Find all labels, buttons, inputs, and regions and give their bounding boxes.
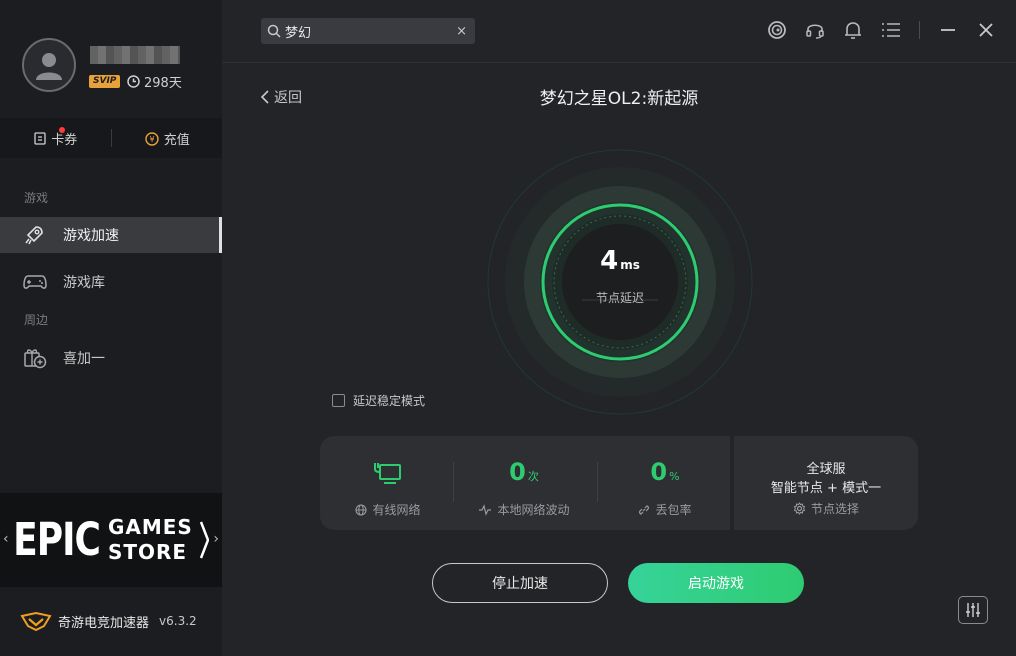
brand: 奇游电竞加速器 v6.3.2 — [20, 610, 197, 632]
launch-game-button[interactable]: 启动游戏 — [628, 563, 804, 603]
stable-mode-checkbox[interactable] — [332, 394, 345, 407]
latency-readout: 4 ms — [486, 246, 754, 276]
stat-value-row: 0% — [597, 458, 733, 486]
coin-icon: ¥ — [145, 132, 159, 146]
header-divider — [222, 62, 1016, 63]
stat-packet-loss: 0% 丢包率 — [597, 436, 733, 530]
link-icon — [639, 504, 650, 515]
clock-icon — [127, 75, 140, 88]
banner-line-store: STORE — [107, 540, 188, 564]
banner-line-games: GAMES — [107, 515, 193, 539]
page-title: 梦幻之星OL2:新起源 — [539, 89, 699, 109]
stat-unit: 次 — [527, 470, 539, 483]
epic-games-banner[interactable]: ‹ EPIC GAMES STORE › — [0, 493, 222, 587]
stat-label-row: 有线网络 — [320, 501, 456, 518]
coupon-icon — [34, 132, 46, 145]
svip-badge: SVIP — [89, 75, 121, 88]
latency-value: 4 — [600, 246, 619, 276]
days-label: 298天 — [144, 76, 182, 91]
search-input[interactable]: 梦幻 — [285, 22, 456, 41]
bell-icon[interactable] — [843, 20, 863, 40]
brand-name: 奇游电竞加速器 — [58, 615, 150, 631]
network-stats-panel: 有线网络 0次 本地网络波动 0% 丢包率 — [320, 436, 730, 530]
section-around-label: 周边 — [24, 313, 49, 327]
epic-games-logo: EPIC GAMES STORE — [13, 514, 209, 566]
recharge-button[interactable]: ¥ 充值 — [112, 129, 223, 148]
avatar[interactable] — [22, 38, 76, 92]
stable-mode-label: 延迟稳定模式 — [353, 394, 426, 408]
search-icon — [267, 24, 281, 38]
globe-icon — [355, 503, 368, 516]
rocket-icon — [23, 224, 49, 246]
stable-mode-option[interactable]: 延迟稳定模式 — [332, 392, 425, 409]
games-store-text: GAMES STORE — [108, 515, 193, 565]
membership-days: 298天 — [127, 72, 182, 91]
ethernet-icon — [320, 460, 456, 490]
section-games-label: 游戏 — [24, 191, 49, 205]
gamepad-icon — [23, 273, 49, 291]
stop-boost-button[interactable]: 停止加速 — [432, 563, 608, 603]
epic-logo-text: EPIC — [13, 514, 101, 566]
user-icon — [36, 53, 62, 80]
node-selection-panel[interactable]: 全球服 智能节点 + 模式一 节点选择 — [734, 436, 918, 530]
stat-value: 0 — [509, 458, 526, 486]
node-region: 全球服 — [806, 462, 846, 477]
stat-value: 0 — [650, 458, 668, 486]
sidebar-item-free-games[interactable]: 喜加一 — [0, 340, 222, 376]
username-blurred — [90, 46, 180, 64]
version-label: v6.3.2 — [159, 614, 197, 628]
stat-label-row: 本地网络波动 — [456, 501, 592, 518]
search-box[interactable]: 梦幻 × — [261, 18, 475, 44]
clear-search-button[interactable]: × — [456, 24, 467, 39]
notification-dot — [59, 126, 65, 133]
stat-label: 本地网络波动 — [497, 503, 570, 517]
node-select-button[interactable]: 节点选择 — [734, 500, 918, 517]
stat-value-row: 0次 — [456, 458, 592, 486]
gear-icon — [793, 502, 806, 515]
banner-prev-button[interactable]: ‹ — [3, 531, 9, 547]
pulse-icon — [479, 503, 492, 516]
latency-rings — [487, 149, 753, 415]
coupon-button[interactable]: 卡券 — [0, 126, 111, 148]
sidebar-item-label: 游戏库 — [63, 275, 105, 291]
minimize-icon[interactable] — [938, 20, 958, 40]
menu-list-icon[interactable] — [881, 20, 901, 40]
node-mode: 智能节点 + 模式一 — [770, 481, 882, 496]
gift-plus-icon — [23, 347, 49, 369]
stat-wired-network: 有线网络 — [320, 436, 456, 530]
stat-label: 有线网络 — [372, 503, 421, 517]
stat-network-fluctuation: 0次 本地网络波动 — [456, 436, 592, 530]
banner-next-button[interactable]: › — [213, 531, 219, 547]
sliders-icon — [966, 603, 980, 617]
sidebar: SVIP 298天 卡券 ¥ 充值 游戏 游戏加速 游戏库 周边 喜加一 ‹ E… — [0, 0, 222, 656]
triangle-icon — [199, 521, 209, 559]
wallet-bar: 卡券 ¥ 充值 — [0, 118, 222, 158]
sidebar-item-label: 喜加一 — [63, 351, 105, 367]
stat-label-row: 丢包率 — [597, 501, 733, 518]
stat-unit: % — [669, 470, 680, 483]
window-toolbar — [767, 20, 996, 40]
settings-sliders-button[interactable] — [958, 596, 988, 624]
sidebar-item-game-library[interactable]: 游戏库 — [0, 264, 222, 300]
latency-gauge: 4 ms 节点延迟 — [486, 148, 754, 416]
svg-text:¥: ¥ — [149, 135, 154, 144]
sidebar-item-game-boost[interactable]: 游戏加速 — [0, 217, 222, 253]
recharge-label: 充值 — [163, 132, 190, 148]
divider — [919, 21, 920, 39]
close-icon[interactable] — [976, 20, 996, 40]
ubisoft-icon[interactable] — [767, 20, 787, 40]
headset-icon[interactable] — [805, 20, 825, 40]
latency-unit: ms — [620, 258, 640, 272]
divider — [453, 462, 454, 502]
node-select-label: 节点选择 — [810, 502, 859, 516]
sidebar-item-label: 游戏加速 — [63, 228, 119, 244]
stat-label: 丢包率 — [655, 503, 692, 517]
qiyou-logo-icon — [20, 611, 52, 632]
latency-label: 节点延迟 — [595, 291, 644, 305]
